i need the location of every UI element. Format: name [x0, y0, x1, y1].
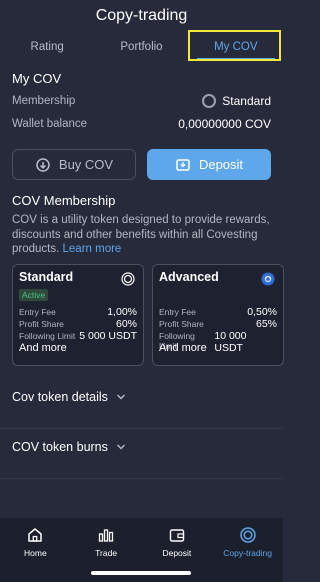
- active-badge: Active: [19, 289, 49, 301]
- tab-rating[interactable]: Rating: [0, 32, 94, 61]
- following-limit-label: Following Limit: [19, 331, 76, 341]
- entry-fee-row: Entry Fee 1,00%: [19, 306, 137, 318]
- profit-share-value: 65%: [255, 318, 277, 330]
- entry-fee-label: Entry Fee: [159, 307, 196, 317]
- profit-share-label: Profit Share: [19, 319, 64, 329]
- chevron-down-icon: [116, 444, 125, 450]
- membership-tier-icon: [202, 94, 217, 108]
- nav-trade-label: Trade: [95, 548, 118, 558]
- cov-membership-description: COV is a utility token designed to provi…: [12, 213, 274, 257]
- app-header: Copy-trading: [0, 0, 283, 32]
- nav-copy-trading-label: Copy-trading: [223, 548, 272, 558]
- wallet-icon: [169, 529, 185, 542]
- profit-share-row: Profit Share 65%: [159, 318, 277, 330]
- entry-fee-value: 1,00%: [107, 306, 137, 318]
- nav-copy-trading[interactable]: Copy-trading: [212, 518, 283, 582]
- membership-tier-text: Standard: [222, 94, 271, 108]
- cov-membership-title: COV Membership: [12, 193, 116, 208]
- home-icon: [28, 528, 43, 542]
- entry-fee-label: Entry Fee: [19, 307, 56, 317]
- buy-cov-icon: [36, 157, 50, 172]
- entry-fee-row: Entry Fee 0,50%: [159, 306, 277, 318]
- nav-home-label: Home: [24, 548, 47, 558]
- membership-label: Membership: [12, 95, 76, 107]
- buy-cov-button[interactable]: Buy COV: [12, 149, 136, 180]
- page-title: Copy-trading: [95, 7, 188, 24]
- profit-share-value: 60%: [115, 318, 137, 330]
- standard-membership-card[interactable]: Standard Active Entry Fee 1,00% Profit S…: [12, 264, 144, 366]
- entry-fee-value: 0,50%: [247, 306, 277, 318]
- following-limit-row: Following Limit 5 000 USDT: [19, 330, 137, 342]
- profit-share-label: Profit Share: [159, 319, 204, 329]
- copy-trading-icon: [239, 527, 256, 543]
- cov-token-burns-toggle[interactable]: COV token burns: [12, 440, 126, 454]
- and-more-link[interactable]: And more: [159, 342, 207, 354]
- cov-token-details-toggle[interactable]: Cov token details: [12, 390, 126, 404]
- buy-cov-label: Buy COV: [58, 157, 114, 172]
- nav-deposit-label: Deposit: [162, 548, 192, 558]
- bar-chart-icon: [98, 529, 114, 542]
- tab-portfolio[interactable]: Portfolio: [94, 32, 188, 61]
- nav-home[interactable]: Home: [0, 518, 71, 582]
- deposit-wallet-icon: [176, 158, 190, 171]
- following-limit-value: 5 000 USDT: [79, 330, 137, 342]
- standard-tier-icon: [121, 272, 135, 291]
- wallet-balance-label: Wallet balance: [12, 118, 88, 130]
- tab-my-cov[interactable]: My COV: [189, 32, 283, 61]
- my-cov-title: My COV: [12, 71, 62, 86]
- cov-token-details-label: Cov token details: [12, 390, 108, 404]
- advanced-membership-card[interactable]: Advanced Entry Fee 0,50% Profit Share 65…: [152, 264, 284, 366]
- deposit-button[interactable]: Deposit: [147, 149, 271, 180]
- card-name: Advanced: [159, 270, 219, 284]
- cov-token-burns-label: COV token burns: [12, 440, 108, 454]
- wallet-balance-value: 0,00000000 COV: [178, 117, 271, 131]
- tab-bar: Rating Portfolio My COV: [0, 32, 283, 61]
- advanced-tier-icon: [261, 272, 275, 291]
- and-more-link[interactable]: And more: [19, 342, 67, 354]
- home-indicator: [91, 571, 191, 575]
- section-divider: [0, 478, 283, 479]
- description-text: COV is a utility token designed to provi…: [12, 214, 270, 255]
- card-name: Standard: [19, 270, 74, 284]
- learn-more-link[interactable]: Learn more: [63, 243, 122, 255]
- following-limit-value: 10 000 USDT: [214, 330, 247, 354]
- profit-share-row: Profit Share 60%: [19, 318, 137, 330]
- deposit-label: Deposit: [198, 157, 244, 172]
- membership-value: Standard: [202, 94, 271, 108]
- section-divider: [0, 428, 283, 429]
- chevron-down-icon: [116, 394, 125, 400]
